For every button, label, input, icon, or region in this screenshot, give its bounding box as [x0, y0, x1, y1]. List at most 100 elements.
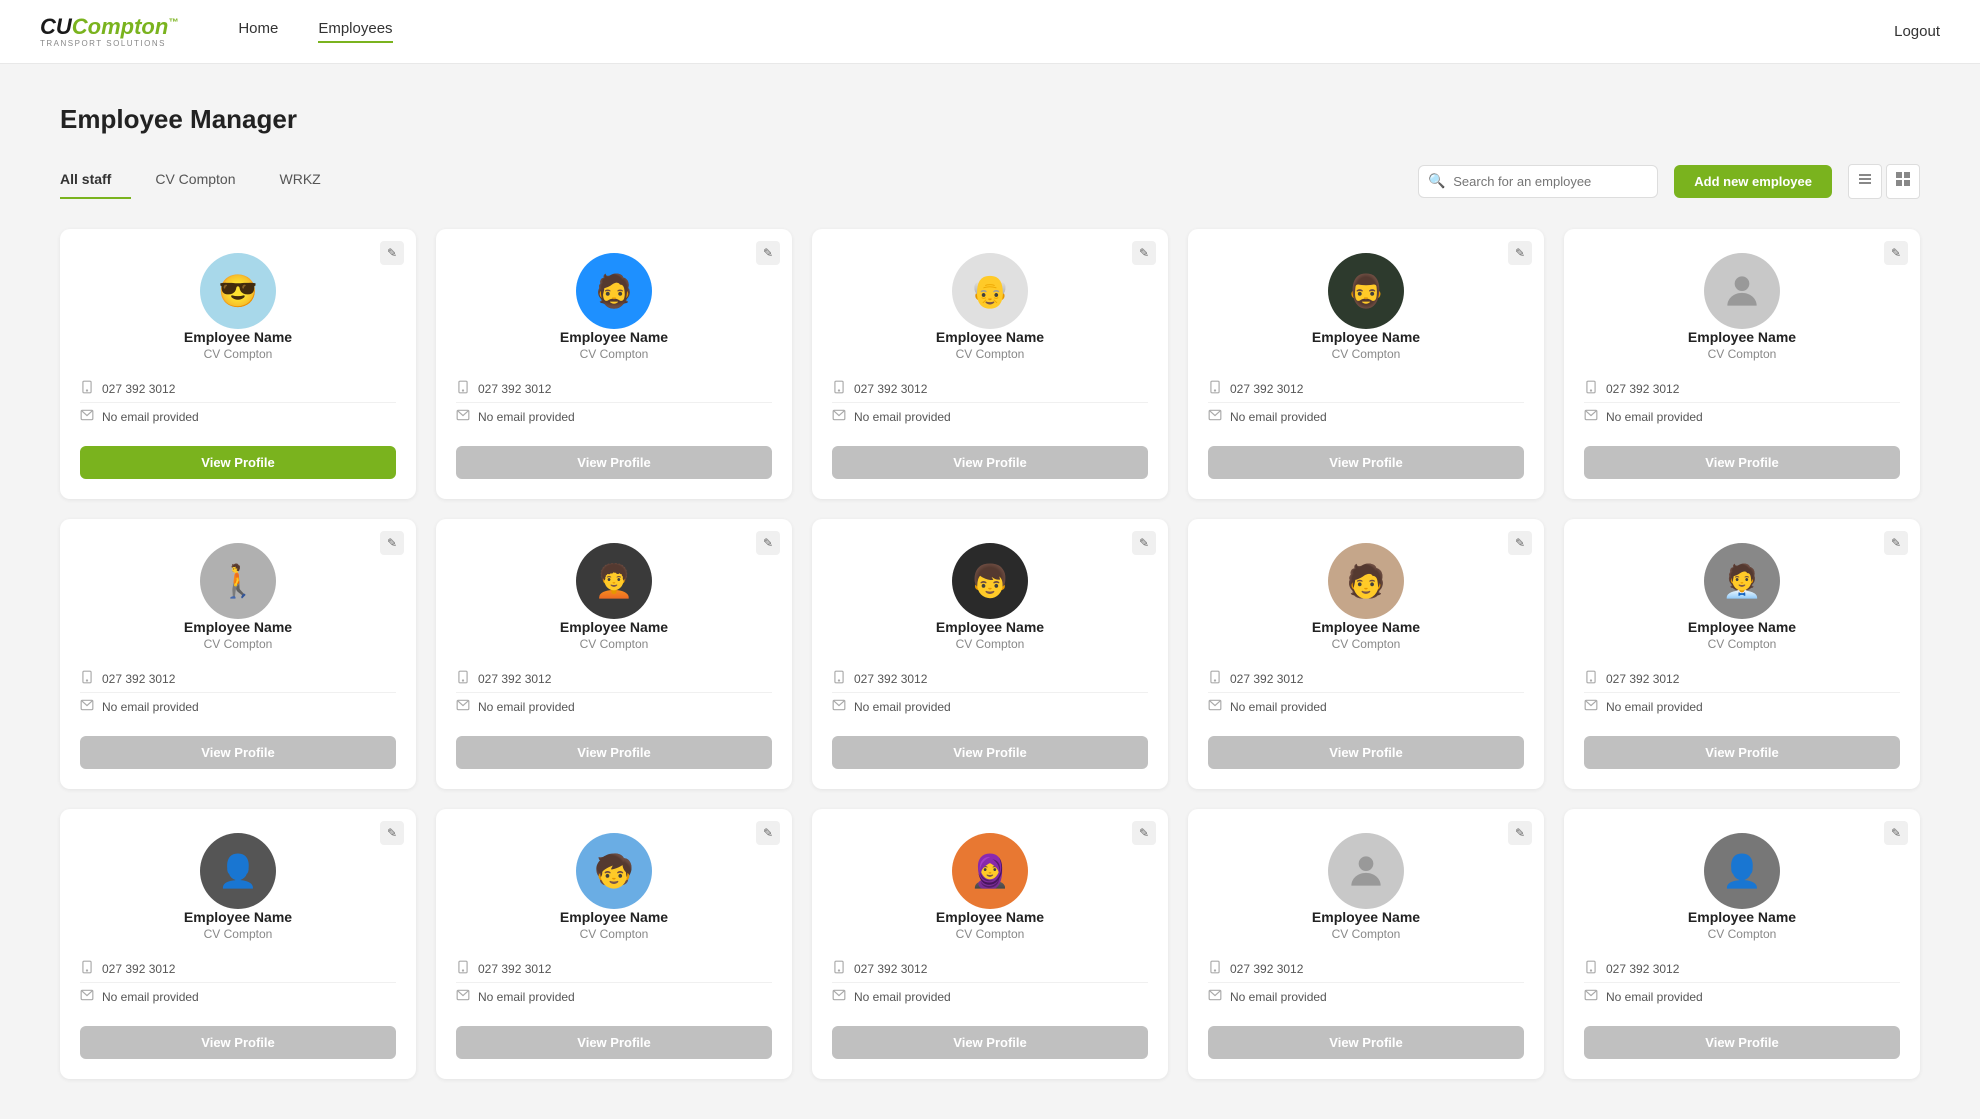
contact-info: 027 392 3012 No email provided [1208, 375, 1524, 430]
email-icon [80, 408, 94, 425]
edit-button[interactable]: ✎ [1884, 821, 1908, 845]
edit-button[interactable]: ✎ [380, 821, 404, 845]
employee-card: ✎ 👤 Employee Name CV Compton 027 392 301… [1564, 809, 1920, 1079]
view-profile-button[interactable]: View Profile [80, 446, 396, 479]
list-view-button[interactable] [1848, 164, 1882, 199]
email-value: No email provided [478, 990, 575, 1004]
employee-card: ✎ 😎 Employee Name CV Compton 027 392 301… [60, 229, 416, 499]
phone-icon [456, 960, 470, 977]
phone-row: 027 392 3012 [80, 665, 396, 693]
edit-button[interactable]: ✎ [1508, 531, 1532, 555]
view-profile-button[interactable]: View Profile [1584, 736, 1900, 769]
view-profile-button[interactable]: View Profile [832, 1026, 1148, 1059]
edit-button[interactable]: ✎ [1508, 241, 1532, 265]
email-value: No email provided [102, 990, 199, 1004]
phone-icon [1584, 960, 1598, 977]
phone-row: 027 392 3012 [832, 375, 1148, 403]
email-row: No email provided [1584, 403, 1900, 430]
view-profile-button[interactable]: View Profile [456, 736, 772, 769]
view-profile-button[interactable]: View Profile [1584, 446, 1900, 479]
phone-number: 027 392 3012 [478, 962, 551, 976]
email-row: No email provided [832, 693, 1148, 720]
email-row: No email provided [456, 403, 772, 430]
edit-button[interactable]: ✎ [756, 821, 780, 845]
view-profile-button[interactable]: View Profile [1208, 1026, 1524, 1059]
add-employee-button[interactable]: Add new employee [1674, 165, 1832, 198]
email-icon [1208, 988, 1222, 1005]
tab-wrkz[interactable]: WRKZ [280, 163, 341, 199]
view-profile-button[interactable]: View Profile [80, 1026, 396, 1059]
search-wrapper: 🔍 [1418, 165, 1658, 198]
view-profile-button[interactable]: View Profile [1208, 446, 1524, 479]
view-profile-button[interactable]: View Profile [456, 1026, 772, 1059]
email-row: No email provided [456, 983, 772, 1010]
employee-name: Employee Name [560, 329, 668, 345]
employee-company: CV Compton [956, 927, 1025, 941]
tab-all-staff[interactable]: All staff [60, 163, 131, 199]
email-icon [832, 698, 846, 715]
tabs: All staff CV Compton WRKZ [60, 163, 365, 199]
employee-company: CV Compton [956, 637, 1025, 651]
employee-card: ✎ Employee Name CV Compton 027 392 3012 [1188, 809, 1544, 1079]
phone-number: 027 392 3012 [854, 962, 927, 976]
employee-company: CV Compton [956, 347, 1025, 361]
employee-name: Employee Name [1688, 909, 1796, 925]
view-profile-button[interactable]: View Profile [1584, 1026, 1900, 1059]
nav-home[interactable]: Home [238, 20, 278, 43]
view-profile-button[interactable]: View Profile [832, 736, 1148, 769]
email-icon [80, 698, 94, 715]
employee-card: ✎ 🧑‍🦱 Employee Name CV Compton 027 392 3… [436, 519, 792, 789]
phone-number: 027 392 3012 [1230, 962, 1303, 976]
edit-button[interactable]: ✎ [380, 241, 404, 265]
employee-name: Employee Name [1312, 329, 1420, 345]
nav-employees[interactable]: Employees [318, 20, 392, 43]
avatar: 😎 [200, 253, 276, 329]
avatar: 🧑‍🦱 [576, 543, 652, 619]
edit-button[interactable]: ✎ [380, 531, 404, 555]
phone-number: 027 392 3012 [478, 672, 551, 686]
edit-button[interactable]: ✎ [1508, 821, 1532, 845]
employee-name: Employee Name [184, 619, 292, 635]
edit-button[interactable]: ✎ [756, 531, 780, 555]
employee-name: Employee Name [560, 909, 668, 925]
view-profile-button[interactable]: View Profile [1208, 736, 1524, 769]
logout-button[interactable]: Logout [1894, 23, 1940, 40]
edit-button[interactable]: ✎ [1132, 241, 1156, 265]
phone-icon [832, 670, 846, 687]
tabs-toolbar: All staff CV Compton WRKZ 🔍 Add new empl… [60, 163, 1920, 199]
search-input[interactable] [1418, 165, 1658, 198]
contact-info: 027 392 3012 No email provided [832, 955, 1148, 1010]
email-row: No email provided [1208, 403, 1524, 430]
navbar: CUCompton™ TRANSPORT SOLUTIONS Home Empl… [0, 0, 1980, 64]
email-value: No email provided [478, 700, 575, 714]
edit-button[interactable]: ✎ [1884, 531, 1908, 555]
avatar [1328, 833, 1404, 909]
employee-company: CV Compton [204, 927, 273, 941]
email-row: No email provided [80, 693, 396, 720]
view-profile-button[interactable]: View Profile [832, 446, 1148, 479]
phone-row: 027 392 3012 [1208, 375, 1524, 403]
phone-number: 027 392 3012 [854, 382, 927, 396]
tab-cv-compton[interactable]: CV Compton [155, 163, 255, 199]
email-icon [1208, 408, 1222, 425]
phone-number: 027 392 3012 [1606, 382, 1679, 396]
phone-number: 027 392 3012 [1230, 382, 1303, 396]
employee-card: ✎ 👴 Employee Name CV Compton 027 392 301… [812, 229, 1168, 499]
view-profile-button[interactable]: View Profile [80, 736, 396, 769]
edit-button[interactable]: ✎ [1132, 821, 1156, 845]
email-value: No email provided [1230, 410, 1327, 424]
edit-button[interactable]: ✎ [756, 241, 780, 265]
phone-icon [456, 380, 470, 397]
phone-icon [1584, 380, 1598, 397]
employee-card: ✎ 👦 Employee Name CV Compton 027 392 301… [812, 519, 1168, 789]
grid-view-button[interactable] [1886, 164, 1920, 199]
logo-subtitle: TRANSPORT SOLUTIONS [40, 39, 178, 48]
view-profile-button[interactable]: View Profile [456, 446, 772, 479]
email-icon [1584, 408, 1598, 425]
edit-button[interactable]: ✎ [1132, 531, 1156, 555]
phone-row: 027 392 3012 [832, 665, 1148, 693]
phone-icon [80, 960, 94, 977]
phone-row: 027 392 3012 [456, 955, 772, 983]
phone-icon [1584, 670, 1598, 687]
edit-button[interactable]: ✎ [1884, 241, 1908, 265]
